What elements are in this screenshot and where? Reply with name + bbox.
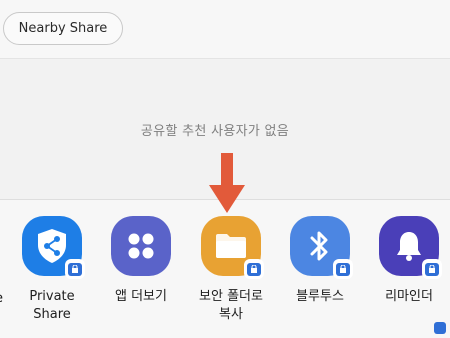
secure-folder-icon (201, 216, 264, 279)
share-shield-icon (38, 229, 66, 263)
share-apps-row: e Private Share (0, 200, 450, 338)
down-arrow-icon (209, 153, 245, 213)
app-bluetooth[interactable]: 블루투스 (285, 216, 355, 306)
top-panel: Nearby Share (0, 0, 450, 58)
private-share-icon (22, 216, 85, 279)
cut-off-app-label: e (0, 291, 3, 306)
secure-badge (422, 259, 442, 279)
app-reminder[interactable]: 리마인더 (374, 216, 444, 306)
bluetooth-app-icon (290, 216, 353, 279)
secure-badge (65, 259, 85, 279)
secure-badge (244, 259, 264, 279)
reminder-app-icon (379, 216, 442, 279)
app-label: Private Share (29, 289, 75, 322)
nearby-share-button[interactable]: Nearby Share (3, 12, 123, 45)
app-label: 리마인더 (385, 289, 433, 304)
app-more-apps[interactable]: 앱 더보기 (106, 216, 176, 306)
app-private-share[interactable]: Private Share (17, 216, 87, 324)
corner-badge-icon (434, 322, 446, 334)
folder-icon (216, 234, 246, 258)
secure-badge (333, 259, 353, 279)
more-apps-icon (111, 216, 171, 276)
bell-icon (397, 232, 421, 261)
app-secure-folder[interactable]: 보안 폴더로 복사 (196, 216, 266, 324)
app-label: 보안 폴더로 복사 (199, 289, 263, 322)
app-label: 앱 더보기 (115, 289, 167, 304)
four-dots-icon (128, 233, 154, 259)
bluetooth-icon (310, 231, 328, 261)
app-label: 블루투스 (296, 289, 344, 304)
nearby-share-label: Nearby Share (18, 21, 108, 36)
empty-suggestions-message: 공유할 추천 사용자가 없음 (140, 124, 290, 139)
